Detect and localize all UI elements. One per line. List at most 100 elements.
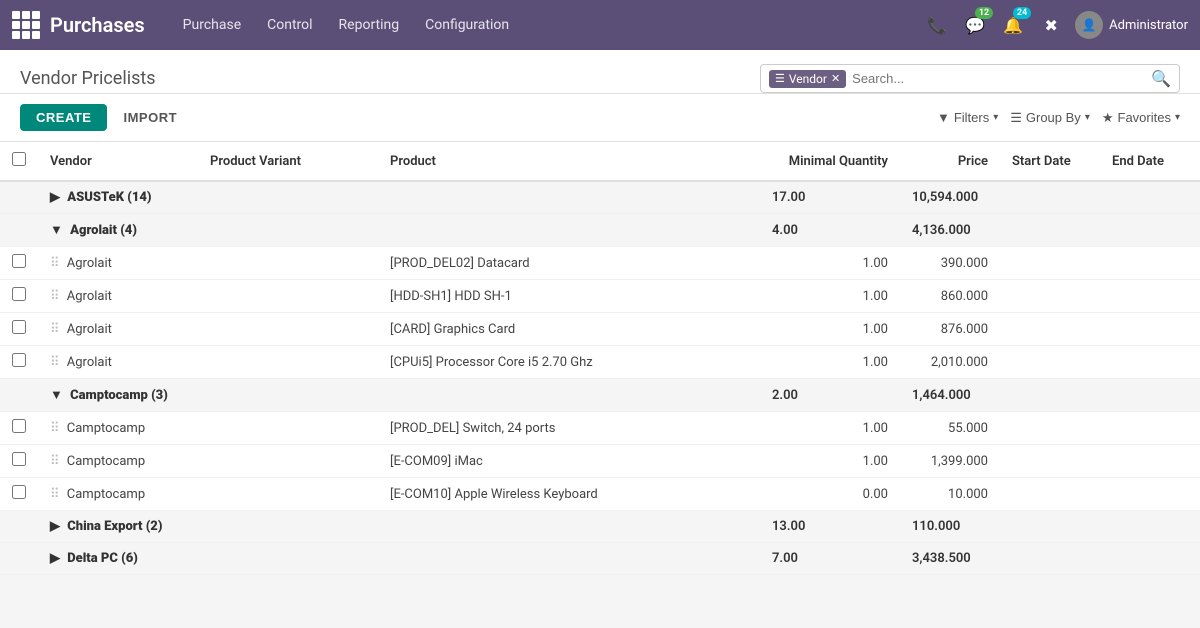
drag-handle-icon[interactable]: ⠿ bbox=[50, 487, 60, 502]
table-header: Vendor Product Variant Product Minimal Q… bbox=[0, 142, 1200, 181]
row-checkbox-cell bbox=[0, 346, 38, 379]
app-grid-icon[interactable] bbox=[12, 11, 40, 39]
table-row[interactable]: ⠿ Agrolait [PROD_DEL02] Datacard 1.00 39… bbox=[0, 247, 1200, 280]
table-row[interactable]: ⠿ Camptocamp [E-COM10] Apple Wireless Ke… bbox=[0, 478, 1200, 511]
phone-icon[interactable]: 📞 bbox=[923, 11, 951, 39]
drag-handle-icon[interactable]: ⠿ bbox=[50, 454, 60, 469]
vendor-pricelists-table: Vendor Product Variant Product Minimal Q… bbox=[0, 142, 1200, 575]
expand-icon[interactable]: ▶ bbox=[50, 190, 60, 205]
row-drag-vendor: ⠿ Camptocamp bbox=[38, 445, 198, 478]
group-name-cell[interactable]: ▶ Delta PC (6) bbox=[38, 543, 760, 575]
filter-tag-icon: ☰ bbox=[775, 72, 785, 85]
chat-icon[interactable]: 💬 12 bbox=[961, 11, 989, 39]
row-start-date bbox=[1000, 280, 1100, 313]
notification-icon[interactable]: 🔔 24 bbox=[999, 11, 1027, 39]
table-row[interactable]: ⠿ Camptocamp [E-COM09] iMac 1.00 1,399.0… bbox=[0, 445, 1200, 478]
group-name-cell[interactable]: ▼ Camptocamp (3) bbox=[38, 379, 760, 412]
expand-icon[interactable]: ▼ bbox=[50, 223, 63, 238]
group-price: 4,136.000 bbox=[900, 214, 1000, 247]
row-vendor: Camptocamp bbox=[67, 454, 145, 469]
table-row[interactable]: ⠿ Camptocamp [PROD_DEL] Switch, 24 ports… bbox=[0, 412, 1200, 445]
row-variant bbox=[198, 280, 378, 313]
group-row[interactable]: ▼ Camptocamp (3) 2.00 1,464.000 bbox=[0, 379, 1200, 412]
row-checkbox-cell bbox=[0, 445, 38, 478]
row-vendor: Agrolait bbox=[67, 289, 112, 304]
expand-icon[interactable]: ▼ bbox=[50, 388, 63, 403]
group-expand-cell bbox=[0, 511, 38, 543]
group-name-cell[interactable]: ▶ China Export (2) bbox=[38, 511, 760, 543]
row-checkbox-cell bbox=[0, 313, 38, 346]
select-all-checkbox[interactable] bbox=[12, 152, 26, 166]
groupby-icon: ☰ bbox=[1010, 110, 1022, 126]
row-variant bbox=[198, 478, 378, 511]
row-checkbox[interactable] bbox=[12, 287, 26, 301]
filter-group: ▼ Filters ▾ ☰ Group By ▾ ★ Favorites ▾ bbox=[937, 110, 1180, 126]
table-row[interactable]: ⠿ Agrolait [HDD-SH1] HDD SH-1 1.00 860.0… bbox=[0, 280, 1200, 313]
group-row[interactable]: ▶ Delta PC (6) 7.00 3,438.500 bbox=[0, 543, 1200, 575]
user-menu[interactable]: 👤 Administrator bbox=[1075, 11, 1188, 39]
row-price: 876.000 bbox=[900, 313, 1000, 346]
groupby-label: Group By bbox=[1026, 110, 1081, 125]
groupby-button[interactable]: ☰ Group By ▾ bbox=[1010, 110, 1090, 126]
app-title[interactable]: Purchases bbox=[50, 13, 145, 37]
favorites-button[interactable]: ★ Favorites ▾ bbox=[1102, 110, 1180, 126]
search-filter-tag[interactable]: ☰ Vendor ✕ bbox=[769, 70, 846, 88]
group-name: Delta PC (6) bbox=[67, 551, 138, 566]
row-vendor: Camptocamp bbox=[67, 421, 145, 436]
row-drag-vendor: ⠿ Agrolait bbox=[38, 346, 198, 379]
group-end-date bbox=[1100, 214, 1200, 247]
row-vendor: Agrolait bbox=[67, 256, 112, 271]
group-end-date bbox=[1100, 379, 1200, 412]
filter-tag-label: Vendor bbox=[789, 72, 827, 86]
header-price: Price bbox=[900, 142, 1000, 181]
group-name-cell[interactable]: ▼ Agrolait (4) bbox=[38, 214, 760, 247]
group-min-qty: 2.00 bbox=[760, 379, 900, 412]
row-start-date bbox=[1000, 346, 1100, 379]
drag-handle-icon[interactable]: ⠿ bbox=[50, 355, 60, 370]
row-variant bbox=[198, 313, 378, 346]
search-icon[interactable]: 🔍 bbox=[1151, 69, 1171, 88]
group-end-date bbox=[1100, 181, 1200, 214]
group-price: 110.000 bbox=[900, 511, 1000, 543]
header-checkbox-cell bbox=[0, 142, 38, 181]
row-checkbox[interactable] bbox=[12, 320, 26, 334]
nav-control[interactable]: Control bbox=[257, 11, 322, 39]
row-drag-vendor: ⠿ Agrolait bbox=[38, 313, 198, 346]
group-name-cell[interactable]: ▶ ASUSTeK (14) bbox=[38, 181, 760, 214]
header-product-variant: Product Variant bbox=[198, 142, 378, 181]
group-row[interactable]: ▶ ASUSTeK (14) 17.00 10,594.000 bbox=[0, 181, 1200, 214]
drag-handle-icon[interactable]: ⠿ bbox=[50, 322, 60, 337]
row-checkbox[interactable] bbox=[12, 452, 26, 466]
table-row[interactable]: ⠿ Agrolait [CARD] Graphics Card 1.00 876… bbox=[0, 313, 1200, 346]
nav-reporting[interactable]: Reporting bbox=[329, 11, 410, 39]
row-end-date bbox=[1100, 280, 1200, 313]
drag-handle-icon[interactable]: ⠿ bbox=[50, 256, 60, 271]
row-checkbox[interactable] bbox=[12, 485, 26, 499]
import-button[interactable]: IMPORT bbox=[123, 110, 177, 125]
row-product: [E-COM09] iMac bbox=[378, 445, 760, 478]
row-product: [CARD] Graphics Card bbox=[378, 313, 760, 346]
row-vendor: Camptocamp bbox=[67, 487, 145, 502]
filter-tag-close[interactable]: ✕ bbox=[831, 72, 840, 85]
create-button[interactable]: CREATE bbox=[20, 104, 107, 131]
drag-handle-icon[interactable]: ⠿ bbox=[50, 421, 60, 436]
nav-purchase[interactable]: Purchase bbox=[173, 11, 251, 39]
expand-icon[interactable]: ▶ bbox=[50, 519, 60, 534]
filters-button[interactable]: ▼ Filters ▾ bbox=[937, 110, 998, 125]
group-row[interactable]: ▶ China Export (2) 13.00 110.000 bbox=[0, 511, 1200, 543]
group-start-date bbox=[1000, 543, 1100, 575]
row-checkbox[interactable] bbox=[12, 254, 26, 268]
nav-configuration[interactable]: Configuration bbox=[415, 11, 519, 39]
row-checkbox[interactable] bbox=[12, 419, 26, 433]
settings-icon[interactable]: ✖ bbox=[1037, 11, 1065, 39]
table-row[interactable]: ⠿ Agrolait [CPUi5] Processor Core i5 2.7… bbox=[0, 346, 1200, 379]
row-checkbox[interactable] bbox=[12, 353, 26, 367]
expand-icon[interactable]: ▶ bbox=[50, 551, 60, 566]
row-min-qty: 1.00 bbox=[760, 247, 900, 280]
group-row[interactable]: ▼ Agrolait (4) 4.00 4,136.000 bbox=[0, 214, 1200, 247]
toolbar: CREATE IMPORT ▼ Filters ▾ ☰ Group By ▾ ★… bbox=[0, 94, 1200, 142]
nav-right: 📞 💬 12 🔔 24 ✖ 👤 Administrator bbox=[923, 11, 1188, 39]
drag-handle-icon[interactable]: ⠿ bbox=[50, 289, 60, 304]
search-input[interactable] bbox=[852, 71, 1147, 86]
row-checkbox-cell bbox=[0, 280, 38, 313]
